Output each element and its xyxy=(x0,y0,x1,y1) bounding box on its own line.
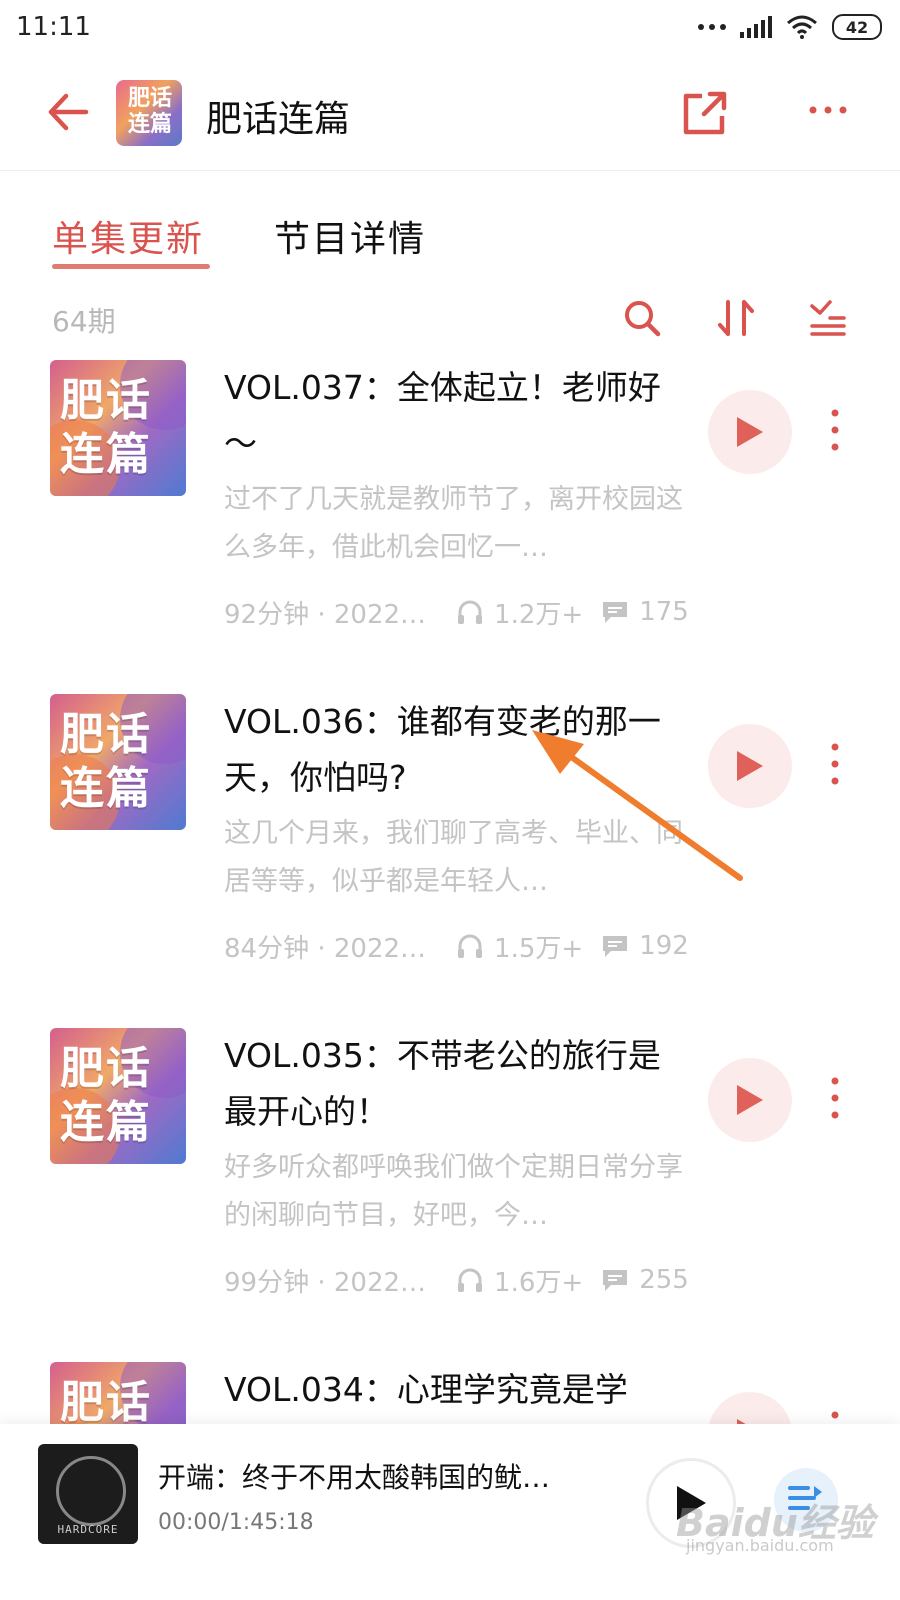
episode-duration: 92分钟 · 2022… xyxy=(224,599,427,630)
play-icon xyxy=(737,1085,763,1115)
headphones-icon xyxy=(458,600,483,624)
now-playing-cover-label: HARDCORE xyxy=(57,1523,119,1536)
episode-title[interactable]: VOL.035：不带老公的旅行是最开心的！ xyxy=(224,1028,684,1140)
mini-player[interactable]: HARDCORE 开端：终于不用太酸韩国的鱿… 00:00/1:45:18 Ba… xyxy=(0,1424,900,1600)
battery-indicator: 42 xyxy=(832,14,882,40)
back-arrow-icon[interactable] xyxy=(46,90,90,134)
episode-cover-text: 肥话连篇 xyxy=(60,1043,152,1148)
episode-description: 好多听众都呼唤我们做个定期日常分享的闲聊向节目，好吧，今… xyxy=(224,1152,683,1231)
episode-count: 64期 xyxy=(52,305,116,338)
comment-icon xyxy=(603,1270,628,1291)
now-playing-time: 00:00/1:45:18 xyxy=(158,1510,314,1535)
episode-cover: 肥话连篇 xyxy=(50,694,186,830)
episode-plays: 1.6万+ xyxy=(494,1267,584,1298)
tab-bar: 单集更新 节目详情 xyxy=(0,170,900,280)
episode-cover-text: 肥话连篇 xyxy=(60,375,152,480)
play-icon xyxy=(737,1419,746,1424)
episode-meta: 99分钟 · 2022… 1.6万+ 255 xyxy=(224,1260,694,1300)
episode-cover: 肥话连篇 xyxy=(50,1028,186,1164)
cellular-signal-icon xyxy=(740,16,772,38)
episode-cover-text: 肥话连篇 xyxy=(60,1377,152,1424)
episode-comments: 192 xyxy=(639,931,689,961)
status-icons: 42 xyxy=(698,14,882,40)
episode-plays: 1.5万+ xyxy=(494,933,584,964)
more-vertical-icon[interactable] xyxy=(830,742,840,786)
episode-title[interactable]: VOL.034：心理学究竟是学 xyxy=(224,1362,684,1418)
episode-description: 过不了几天就是教师节了，离开校园这么多年，借此机会回忆一… xyxy=(224,484,683,563)
episode-cover-text: 肥话连篇 xyxy=(60,709,152,814)
headphones-icon xyxy=(458,934,483,958)
play-icon xyxy=(737,417,763,447)
episode-duration: 84分钟 · 2022… xyxy=(224,933,427,964)
episode-item[interactable]: 肥话连篇 VOL.034：心理学究竟是学 xyxy=(0,1362,900,1424)
episode-plays: 1.2万+ xyxy=(494,599,584,630)
share-icon[interactable] xyxy=(680,88,730,138)
comment-icon xyxy=(603,602,628,623)
play-button[interactable] xyxy=(708,724,792,808)
watermark-url: jingyan.baidu.com xyxy=(686,1536,834,1555)
episode-duration: 99分钟 · 2022… xyxy=(224,1267,427,1298)
active-tab-indicator xyxy=(52,264,210,269)
tab-details[interactable]: 节目详情 xyxy=(274,210,426,262)
episode-meta: 84分钟 · 2022… 1.5万+ 192 xyxy=(224,926,694,966)
more-vertical-icon[interactable] xyxy=(830,1076,840,1120)
play-button[interactable] xyxy=(708,1058,792,1142)
comment-icon xyxy=(603,936,628,957)
episode-item[interactable]: 肥话 连篇 VOL.035：不带老公的旅行是最开心的！ 好多听众都呼唤我们做个定期… xyxy=(0,1028,900,1358)
sort-icon[interactable] xyxy=(716,298,756,338)
now-playing-cover: HARDCORE xyxy=(38,1444,138,1544)
app-header: 肥话连篇 肥话连篇 xyxy=(0,62,900,171)
episode-comments: 175 xyxy=(639,597,689,627)
status-bar: 11:11 42 xyxy=(0,0,900,62)
episode-title[interactable]: VOL.036：谁都有变老的那一天，你怕吗? xyxy=(224,694,684,806)
headphones-icon xyxy=(458,1268,483,1292)
play-icon xyxy=(737,751,763,781)
podcast-thumbnail: 肥话连篇 xyxy=(116,80,182,146)
more-horizontal-icon[interactable] xyxy=(808,100,848,120)
podcast-thumbnail-text: 肥话连篇 xyxy=(127,86,172,137)
now-playing-title[interactable]: 开端：终于不用太酸韩国的鱿… xyxy=(158,1456,598,1496)
search-icon[interactable] xyxy=(622,298,662,338)
episode-title[interactable]: VOL.037：全体起立！老师好～ xyxy=(224,360,684,472)
play-button[interactable] xyxy=(708,1392,792,1424)
episode-meta: 92分钟 · 2022… 1.2万+ 175 xyxy=(224,592,694,632)
filter-list-icon[interactable] xyxy=(808,298,848,338)
episode-cover: 肥话连篇 xyxy=(50,1362,186,1424)
wifi-icon xyxy=(787,15,817,39)
episode-cover: 肥话连篇 xyxy=(50,360,186,496)
episode-item[interactable]: 肥话 连篇 VOL.037：全体起立！老师好～ 过不了几天就是教师节了，离开校园这… xyxy=(0,360,900,690)
status-time: 11:11 xyxy=(16,12,91,42)
more-vertical-icon[interactable] xyxy=(830,408,840,452)
notification-dots-icon xyxy=(698,24,726,30)
play-button[interactable] xyxy=(708,390,792,474)
page-title: 肥话连篇 xyxy=(206,99,351,140)
tab-episodes[interactable]: 单集更新 xyxy=(52,210,204,262)
more-vertical-icon[interactable] xyxy=(830,1410,840,1424)
episode-item[interactable]: 肥话 连篇 VOL.036：谁都有变老的那一天，你怕吗? 这几个月来，我们聊了高考… xyxy=(0,694,900,1024)
episode-comments: 255 xyxy=(639,1265,689,1295)
episode-description: 这几个月来，我们聊了高考、毕业、同居等等，似乎都是年轻人… xyxy=(224,818,683,897)
